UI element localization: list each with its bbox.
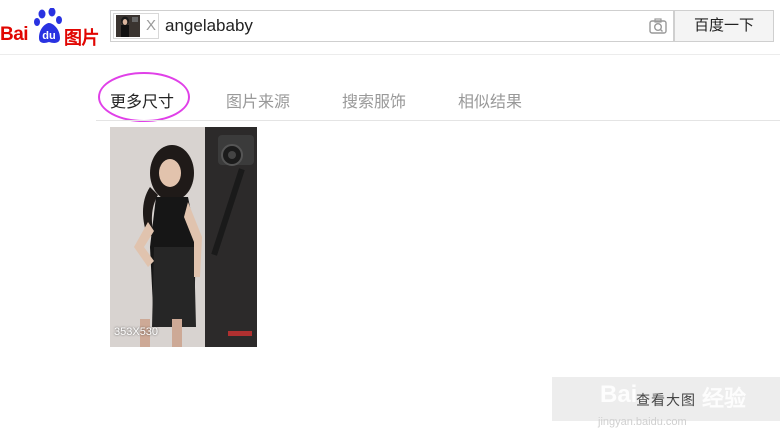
query-thumbnail <box>116 15 140 37</box>
watermark-label: 经验 <box>702 386 747 411</box>
jingyan-watermark: Bai 查看大图 经验 <box>552 377 780 421</box>
tabs-divider <box>96 120 780 121</box>
tab-similar-results[interactable]: 相似结果 <box>458 88 522 112</box>
logo-bai-text: Bai <box>0 24 29 45</box>
search-button[interactable]: 百度一下 <box>674 10 774 42</box>
search-input[interactable] <box>165 15 635 37</box>
result-image[interactable]: 353X530 <box>110 127 257 347</box>
header-divider <box>0 54 780 55</box>
tab-image-source[interactable]: 图片来源 <box>226 88 290 112</box>
query-image-chip[interactable]: X <box>113 13 159 39</box>
photo-illustration <box>110 127 257 347</box>
image-size-label: 353X530 <box>114 326 159 338</box>
search-box: X <box>110 10 674 42</box>
view-large-image-link[interactable]: 查看大图 <box>636 390 696 410</box>
tab-search-clothing[interactable]: 搜索服饰 <box>342 88 406 112</box>
watermark-url: jingyan.baidu.com <box>598 416 687 428</box>
highlight-ring <box>98 72 190 122</box>
clear-image-button[interactable]: X <box>146 17 156 34</box>
logo-pic-text: 图片 <box>64 28 100 48</box>
camera-icon[interactable] <box>649 18 667 34</box>
watermark-brand: Bai <box>600 381 638 408</box>
logo-du-text: du <box>42 30 56 42</box>
baidu-logo[interactable]: Bai du 图片 <box>0 8 104 48</box>
